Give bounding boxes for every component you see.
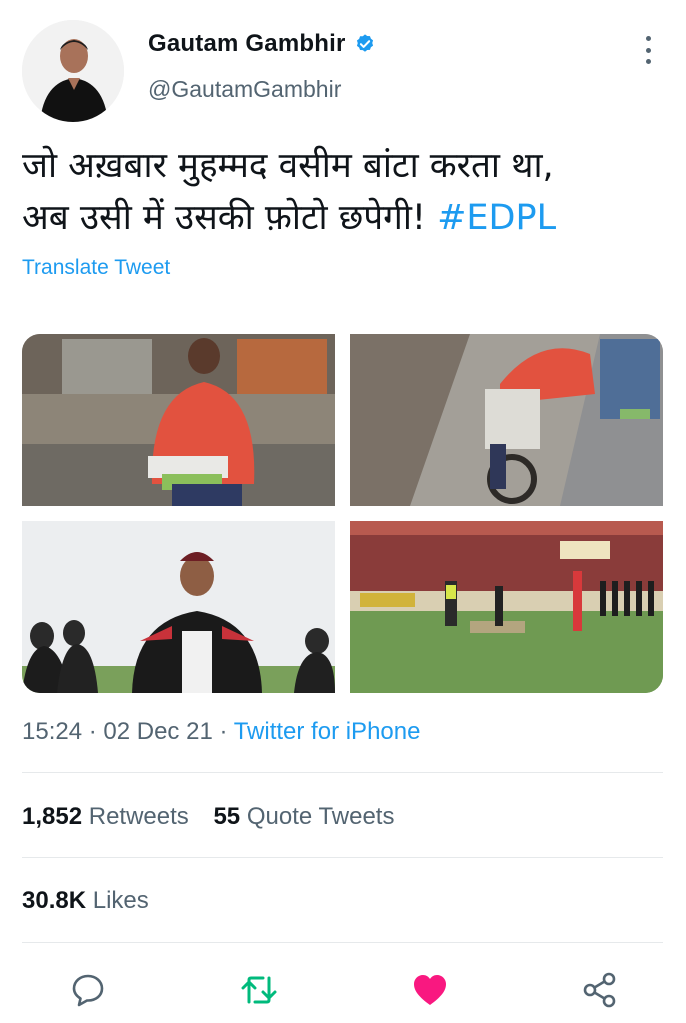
author-name[interactable]: Gautam Gambhir [148, 30, 346, 58]
hashtag-link[interactable]: #EDPL [437, 198, 556, 238]
tweet-text: जो अख़बार मुहम्मद वसीम बांटा करता था, अब… [22, 140, 662, 244]
retweets-stat[interactable]: 1,852 Retweets [22, 803, 189, 830]
likes-stat[interactable]: 30.8K Likes [22, 887, 149, 914]
avatar[interactable] [22, 20, 124, 122]
likes-label: Likes [92, 887, 149, 914]
media-photo-3[interactable] [22, 521, 335, 693]
retweet-arrows-icon [241, 976, 277, 1004]
meta-separator: · [212, 718, 234, 745]
retweet-stats-row: 1,852 Retweets 55 Quote Tweets [22, 803, 394, 831]
tweet-date[interactable]: 02 Dec 21 [103, 718, 212, 745]
quote-tweets-stat[interactable]: 55 Quote Tweets [213, 803, 394, 830]
retweet-button[interactable] [237, 968, 281, 1012]
divider [22, 942, 663, 943]
retweets-label: Retweets [88, 803, 189, 830]
media-photo-4[interactable] [350, 521, 663, 693]
tweet-meta: 15:24 · 02 Dec 21 · Twitter for iPhone [22, 718, 420, 746]
likes-stats-row: 30.8K Likes [22, 887, 149, 915]
like-button[interactable] [408, 968, 452, 1012]
author-row: Gautam Gambhir [148, 30, 376, 58]
media-photo-2[interactable] [350, 334, 663, 506]
heart-filled-icon [414, 975, 446, 1005]
meta-separator: · [82, 718, 104, 745]
retweets-count: 1,852 [22, 803, 83, 830]
media-grid [22, 334, 663, 693]
tweet-source-link[interactable]: Twitter for iPhone [234, 718, 421, 745]
share-button[interactable] [578, 968, 622, 1012]
more-options-icon[interactable] [638, 36, 658, 64]
translate-tweet-link[interactable]: Translate Tweet [22, 256, 170, 280]
likes-count: 30.8K [22, 887, 87, 914]
avatar-photo [22, 20, 124, 122]
tweet-line-2: अब उसी में उसकी फ़ोटो छपेगी! #EDPL [22, 192, 662, 244]
share-nodes-icon [583, 972, 616, 1008]
divider [22, 772, 663, 773]
speech-bubble-icon [72, 974, 104, 1007]
tweet-line-2-text: अब उसी में उसकी फ़ोटो छपेगी! [22, 198, 438, 238]
verified-badge-icon [356, 34, 373, 52]
media-photo-1[interactable] [22, 334, 335, 506]
quote-tweets-count: 55 [213, 803, 241, 830]
quote-tweets-label: Quote Tweets [246, 803, 395, 830]
action-bar [0, 968, 686, 1012]
author-handle[interactable]: @GautamGambhir [148, 76, 341, 103]
reply-button[interactable] [66, 968, 110, 1012]
divider [22, 857, 663, 858]
tweet-time[interactable]: 15:24 [22, 718, 82, 745]
tweet-line-1: जो अख़बार मुहम्मद वसीम बांटा करता था, [22, 146, 554, 186]
